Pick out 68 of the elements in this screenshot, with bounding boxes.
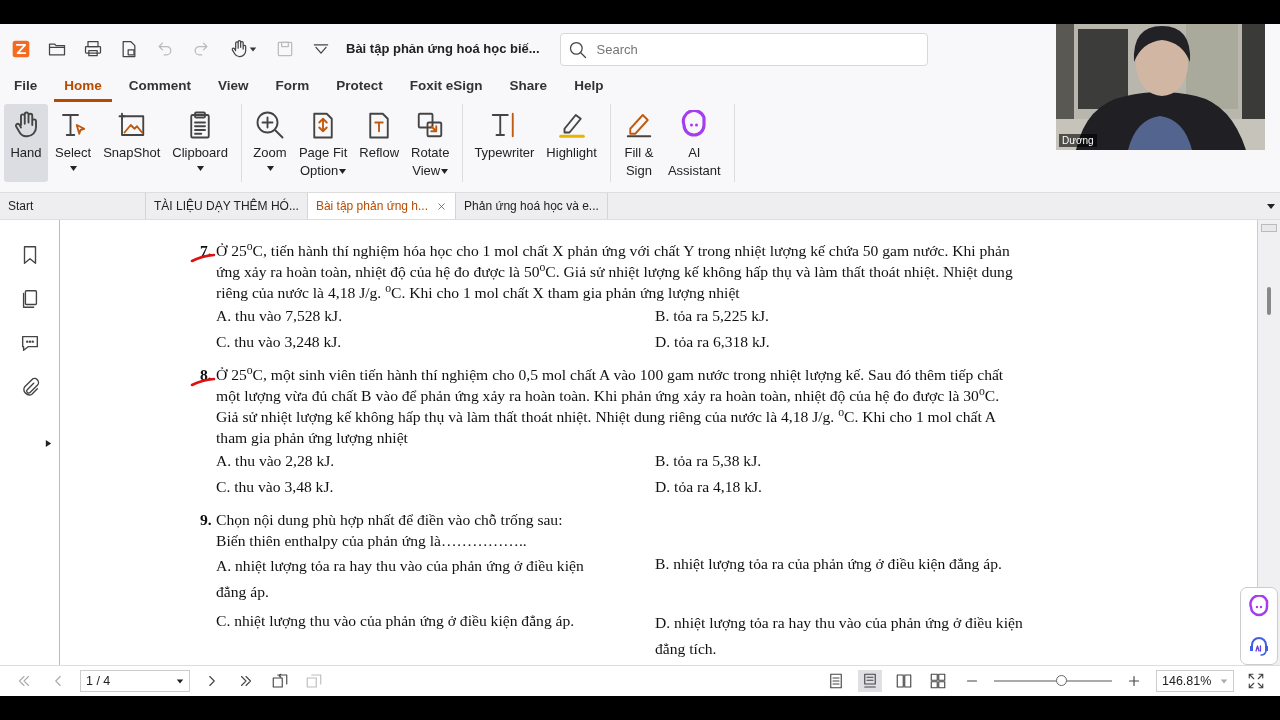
single-page-icon[interactable] <box>827 672 845 690</box>
ribbon-button[interactable]: Fill & Sign <box>616 104 661 182</box>
ribbon-button[interactable]: Highlight <box>541 104 602 182</box>
menu-tab[interactable]: View <box>208 75 259 102</box>
answer-option: D. tỏa ra 4,18 kJ. <box>655 476 1095 497</box>
close-icon[interactable] <box>436 200 448 212</box>
ribbon-button[interactable]: Zoom <box>247 104 292 182</box>
ribbon-button[interactable]: Select <box>50 104 97 182</box>
ribbon-button[interactable]: Page Fit Option <box>293 104 353 182</box>
caret-icon[interactable] <box>176 677 184 685</box>
menu-tab[interactable]: File <box>4 75 48 102</box>
previous-view-icon[interactable] <box>271 672 289 690</box>
ribbon-button[interactable]: Reflow <box>354 104 405 182</box>
page-number-field[interactable]: 1 / 4 <box>80 670 190 692</box>
question-text: Ở 25$^{o}$C, một sinh viên tiến hành thí nghiệm cho 0,5 mol chất A vào 100 gam nước trong nhiệt lượng kế. Sau đó thêm tiếp chất một lượng vừa đủ chất B vào để phản ứng xảy ra hoàn toàn. Khi phản ứng xảy ra hoàn toàn, nhiệt độ của hệ đo được là 30$^{o}$C. Giả sử nhiệt lượng kế không hấp thụ và làm thất thoát nhiệt. Nhiệt dung riêng của nước là 4,18 J/g. $^{o}$C. Khi cho 1 mol chất A tham gia phản ứng lượng nhiệt <box>216 364 1005 448</box>
two-page-icon[interactable] <box>895 672 913 690</box>
caret-icon[interactable] <box>441 169 449 175</box>
menu-tab[interactable]: Home <box>54 75 112 102</box>
menu-tab[interactable]: Share <box>499 75 558 102</box>
zoom-icon <box>254 110 285 140</box>
ribbon-button[interactable]: Clipboard <box>167 104 233 182</box>
expand-icon[interactable] <box>44 439 53 448</box>
caret-icon[interactable] <box>249 45 257 53</box>
menu-tab[interactable]: Protect <box>326 75 393 102</box>
caret-icon[interactable] <box>339 169 347 175</box>
menu-tab[interactable]: Help <box>564 75 614 102</box>
question-number: 9. <box>200 511 212 528</box>
menu-tab[interactable]: Comment <box>118 75 202 102</box>
menu-tab[interactable]: Foxit eSign <box>399 75 493 102</box>
tab-list-caret-icon[interactable] <box>1266 201 1276 211</box>
hand-icon[interactable] <box>229 39 249 59</box>
answer-option: C. nhiệt lượng thu vào của phản ứng ở điều kiện đẳng áp. <box>216 610 655 662</box>
participant-name: Dương <box>1059 134 1097 147</box>
app-logo-icon[interactable] <box>11 39 31 59</box>
chat-bubble-icon[interactable] <box>1247 595 1271 619</box>
caret-icon[interactable] <box>70 166 78 171</box>
answer-option: C. thu vào 3,248 kJ. <box>216 331 655 352</box>
answer-option: D. nhiệt lượng tỏa ra hay thu vào của phản ứng ở điều kiện đẳng tích. <box>655 610 1095 662</box>
question-text: Chọn nội dung phù hợp nhất để điền vào chỗ trống sau: Biến thiên enthalpy của phản ứng là…………….. <box>216 510 564 551</box>
menu-tab[interactable]: Form <box>265 75 320 102</box>
continuous-page-icon[interactable] <box>861 672 879 690</box>
ribbon-button[interactable]: SnapShot <box>98 104 166 182</box>
search-icon <box>567 39 588 60</box>
question-text: Ở 25$^{o}$C, tiến hành thí nghiệm hóa học cho 1 mol chất X phản ứng với chất Y trong nhiệt lượng kế chứa 50 gam nước. Khi phản ứng xảy ra hoàn toàn, nhiệt độ của hệ đo được là 50$^{o}$C. Giả sử nhiệt lượng kế không hấp thụ và làm thất thoát nhiệt. Nhiệt dung riêng của nước là 4,18 J/g. $^{o}$C. Khi cho 1 mol chất X tham gia phản ứng lượng nhiệt <box>216 240 1014 303</box>
ribbon-button[interactable]: Hand <box>4 104 48 182</box>
zoom-field[interactable]: 146.81% <box>1156 670 1234 692</box>
answer-option: A. thu vào 7,528 kJ. <box>216 305 655 326</box>
caret-icon[interactable] <box>197 166 205 171</box>
ribbon-button[interactable]: AI Assistant <box>662 104 726 182</box>
ribbon-button[interactable]: Typewriter <box>469 104 540 182</box>
print-icon[interactable] <box>83 39 103 59</box>
answer-option: B. tỏa ra 5,225 kJ. <box>655 305 1095 326</box>
ribbon-button[interactable]: Rotate View <box>406 104 455 182</box>
answer-option: D. tỏa ra 6,318 kJ. <box>655 331 1095 352</box>
caret-icon[interactable] <box>266 166 274 171</box>
document-title: Bài tập phản ứng hoá học biế... <box>346 40 540 59</box>
answer-option: B. nhiệt lượng tỏa ra của phản ứng ở điều kiện đẳng áp. <box>655 553 1095 605</box>
search-field[interactable]: Search <box>559 32 928 66</box>
answer-option: C. thu vào 3,48 kJ. <box>216 476 655 497</box>
answer-option: A. nhiệt lượng tỏa ra hay thu vào của phản ứng ở điều kiện đẳng áp. <box>216 553 655 605</box>
question-number: 8. <box>200 366 212 383</box>
scrollbar-thumb[interactable] <box>1267 287 1271 315</box>
facing-pages-icon[interactable] <box>929 672 947 690</box>
answer-option: B. tỏa ra 5,38 kJ. <box>655 450 1095 471</box>
answer-option: A. thu vào 2,28 kJ. <box>216 450 655 471</box>
zoom-slider-thumb[interactable] <box>1056 675 1068 686</box>
document-tab[interactable]: Bài tập phản ứng h... <box>307 193 457 219</box>
fullscreen-icon[interactable] <box>1247 672 1265 690</box>
